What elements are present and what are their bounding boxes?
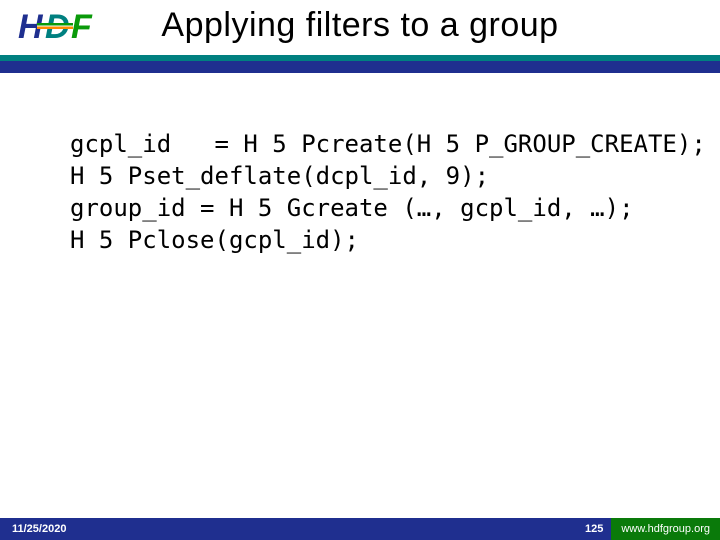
slide-footer: 11/25/2020 125 www.hdfgroup.org	[0, 518, 720, 540]
slide-title: Applying filters to a group	[0, 6, 720, 45]
footer-date: 11/25/2020	[12, 523, 66, 535]
code-line-3: group_id = H 5 Gcreate (…, gcpl_id, …);	[70, 192, 700, 224]
footer-page-number: 125	[585, 523, 603, 535]
code-line-4: H 5 Pclose(gcpl_id);	[70, 224, 700, 256]
divider-blue	[0, 61, 720, 73]
footer-url-badge: www.hdfgroup.org	[611, 518, 720, 540]
slide-header: H D F Applying filters to a group	[0, 0, 720, 62]
code-line-2: H 5 Pset_deflate(dcpl_id, 9);	[70, 160, 700, 192]
footer-url: www.hdfgroup.org	[621, 523, 710, 535]
slide-content: gcpl_id = H 5 Pcreate(H 5 P_GROUP_CREATE…	[70, 128, 700, 256]
code-line-1: gcpl_id = H 5 Pcreate(H 5 P_GROUP_CREATE…	[70, 128, 700, 160]
